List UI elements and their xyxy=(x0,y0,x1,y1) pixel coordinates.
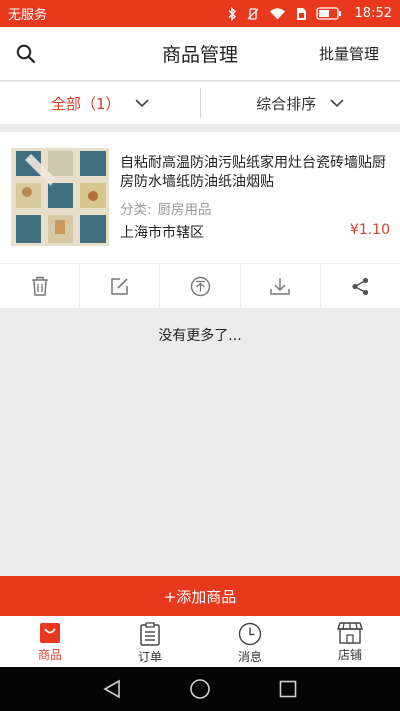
product-category: 分类: 厨房用品 xyxy=(120,198,212,218)
recents-icon[interactable] xyxy=(279,680,297,698)
filter-bar: 全部（1） 综合排序 xyxy=(0,82,400,124)
carrier-text: 无服务 xyxy=(8,8,48,23)
download-icon xyxy=(270,277,290,295)
clipboard-icon xyxy=(140,622,160,646)
product-price: ¥1.10 xyxy=(349,222,390,238)
page-title: 商品管理 xyxy=(161,44,238,66)
add-product-button[interactable]: +添加商品 xyxy=(0,576,400,616)
product-location: 上海市市辖区 xyxy=(120,225,204,241)
status-icons: 18:52 xyxy=(227,6,392,21)
clock-icon xyxy=(238,622,262,646)
product-actions xyxy=(0,263,400,308)
chevron-down-icon xyxy=(330,98,344,107)
category-value: 厨房用品 xyxy=(157,202,212,218)
product-thumbnail xyxy=(11,148,109,246)
product-info[interactable]: 自粘耐高温防油污贴纸家用灶台瓷砖墙贴厨房防水墙纸防油纸油烟贴 分类: 厨房用品 上… xyxy=(0,132,400,263)
back-icon[interactable] xyxy=(103,679,121,699)
edit-button[interactable] xyxy=(80,264,161,308)
wifi-icon xyxy=(269,8,285,20)
filter-all-dropdown[interactable]: 全部（1） xyxy=(0,82,200,124)
tab-label: 订单 xyxy=(137,650,162,664)
download-button[interactable] xyxy=(241,264,321,308)
sort-label: 综合排序 xyxy=(256,94,317,113)
bag-icon xyxy=(40,623,60,643)
share-button[interactable] xyxy=(321,264,400,308)
home-icon[interactable] xyxy=(189,678,211,700)
tab-messages[interactable]: 消息 xyxy=(200,616,300,667)
tab-store[interactable]: 店铺 xyxy=(300,616,400,667)
batch-manage-button[interactable]: 批量管理 xyxy=(306,43,400,64)
search-icon xyxy=(16,44,36,63)
bottom-tab-bar: 商品 订单 消息 店铺 xyxy=(0,616,400,667)
category-label: 分类: xyxy=(120,202,152,218)
tab-label: 店铺 xyxy=(337,648,362,662)
share-icon xyxy=(352,277,369,295)
tab-label: 商品 xyxy=(37,648,62,662)
product-card: 自粘耐高温防油污贴纸家用灶台瓷砖墙贴厨房防水墙纸防油纸油烟贴 分类: 厨房用品 上… xyxy=(0,132,400,308)
store-icon xyxy=(337,622,363,644)
chevron-down-icon xyxy=(134,98,149,107)
filter-all-label: 全部 xyxy=(50,94,81,113)
clock-time: 18:52 xyxy=(354,6,392,21)
vibrate-off-icon xyxy=(247,7,258,20)
status-bar: 无服务 18:52 xyxy=(0,0,400,27)
sort-dropdown[interactable]: 综合排序 xyxy=(201,82,400,124)
edit-icon xyxy=(111,277,129,295)
battery-icon xyxy=(315,7,341,20)
tab-products[interactable]: 商品 xyxy=(0,616,100,667)
tab-label: 消息 xyxy=(237,650,262,664)
system-navigation-bar xyxy=(0,667,400,711)
product-name: 自粘耐高温防油污贴纸家用灶台瓷砖墙贴厨房防水墙纸防油纸油烟贴 xyxy=(120,155,386,190)
filter-all-text: 全部（1） xyxy=(51,93,121,114)
top-app-bar: 商品管理 批量管理 xyxy=(0,27,400,81)
tab-orders[interactable]: 订单 xyxy=(100,616,200,667)
publish-icon xyxy=(190,276,210,296)
publish-button[interactable] xyxy=(160,264,241,308)
bluetooth-icon xyxy=(228,6,236,21)
filter-all-count: （1） xyxy=(80,94,121,113)
delete-button[interactable] xyxy=(0,264,81,308)
search-button[interactable] xyxy=(0,27,52,81)
sim-icon xyxy=(296,7,306,20)
no-more-items-text: 没有更多了... xyxy=(158,328,242,344)
delete-icon xyxy=(31,276,48,296)
